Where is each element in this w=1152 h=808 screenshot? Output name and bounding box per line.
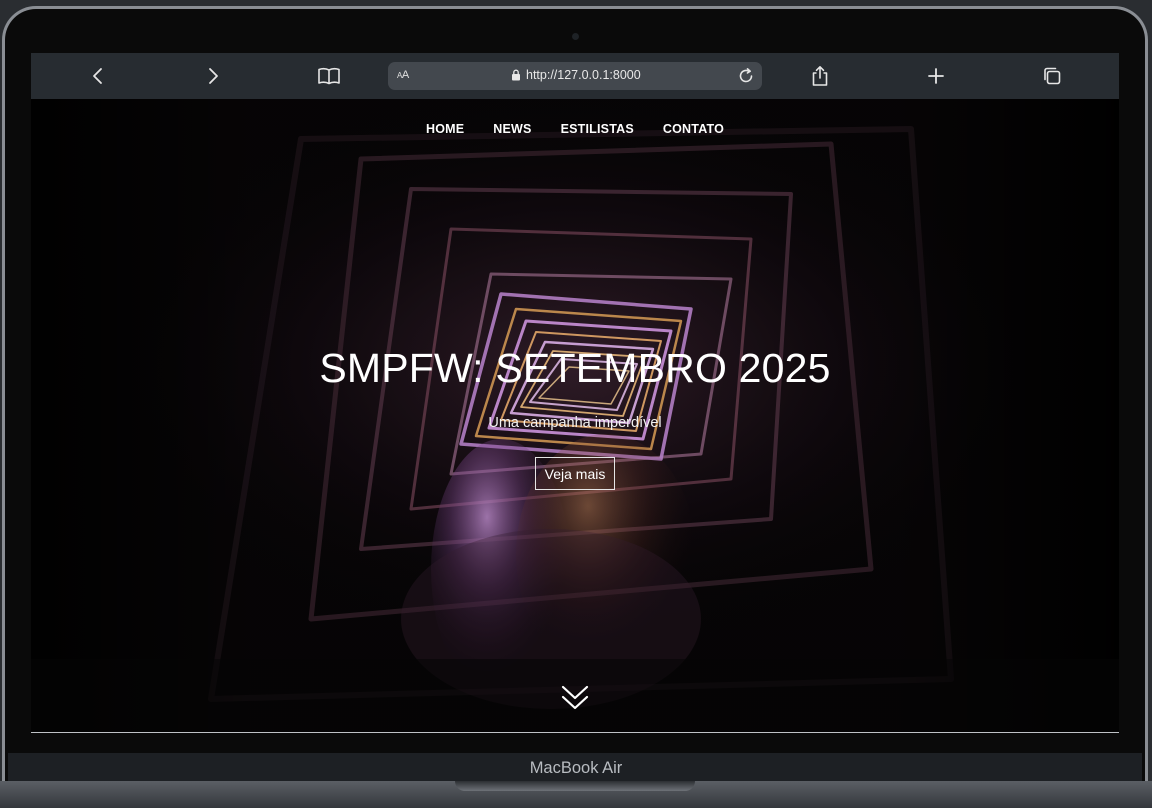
url-display[interactable]: http://127.0.0.1:8000 (511, 68, 641, 82)
scroll-down-button[interactable] (560, 684, 590, 712)
screen: AA http://127.0.0.1:8000 HOME NEWS ESTIL… (31, 53, 1119, 733)
share-button[interactable] (806, 62, 834, 90)
chevron-left-icon (93, 68, 102, 84)
laptop-frame: AA http://127.0.0.1:8000 HOME NEWS ESTIL… (0, 0, 1152, 808)
tabs-icon (1044, 67, 1061, 85)
device-brand-label: MacBook Air (529, 759, 623, 777)
share-icon (812, 66, 828, 86)
plus-icon (928, 68, 944, 84)
reload-icon (739, 68, 753, 83)
screen-edge (31, 732, 1119, 733)
nav-item-contato[interactable]: CONTATO (663, 122, 724, 136)
url-text: http://127.0.0.1:8000 (526, 68, 641, 82)
main-navigation: HOME NEWS ESTILISTAS CONTATO (31, 122, 1119, 136)
web-page: HOME NEWS ESTILISTAS CONTATO SMPFW: SETE… (31, 99, 1119, 733)
laptop-notch (455, 781, 695, 791)
back-button[interactable] (84, 62, 112, 90)
address-bar[interactable]: AA http://127.0.0.1:8000 (388, 62, 762, 90)
text-size-button[interactable]: AA (397, 69, 409, 81)
book-icon (318, 68, 340, 85)
text-size-label: A (401, 69, 409, 81)
tabs-overview-button[interactable] (1038, 62, 1066, 90)
chevron-right-icon (209, 68, 218, 84)
nav-item-home[interactable]: HOME (426, 122, 464, 136)
bookmarks-button[interactable] (315, 62, 343, 90)
nav-item-estilistas[interactable]: ESTILISTAS (561, 122, 634, 136)
see-more-button[interactable]: Veja mais (535, 457, 615, 490)
hero-subtitle: Uma campanha imperdível (488, 415, 662, 431)
hero-title: SMPFW: SETEMBRO 2025 (319, 345, 831, 391)
new-tab-button[interactable] (922, 62, 950, 90)
webcam (572, 33, 579, 40)
browser-toolbar: AA http://127.0.0.1:8000 (31, 53, 1119, 99)
lock-icon (512, 69, 520, 81)
reload-button[interactable] (736, 66, 756, 86)
double-chevron-down-icon (561, 685, 589, 710)
nav-item-news[interactable]: NEWS (493, 122, 531, 136)
forward-button[interactable] (199, 62, 227, 90)
